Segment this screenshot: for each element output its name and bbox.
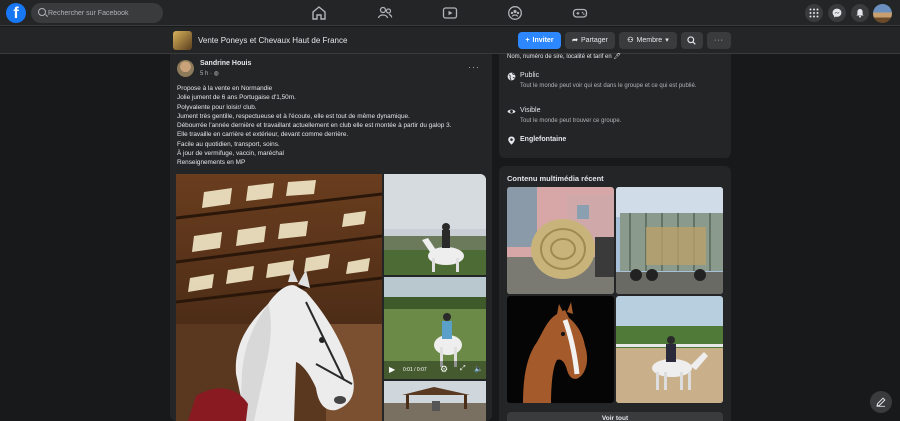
- post-text: Propose à la vente en Normandie Jolie ju…: [177, 84, 489, 168]
- invite-button[interactable]: + Inviter: [518, 32, 561, 49]
- post-author[interactable]: Sandrine Houis: [200, 60, 251, 67]
- groups-icon[interactable]: [507, 5, 523, 21]
- media-thumb-riding-arena[interactable]: [616, 296, 723, 403]
- gaming-icon[interactable]: [572, 5, 588, 21]
- settings-gear-icon[interactable]: ⚙: [440, 364, 448, 375]
- visibility-row: Visible Tout le monde peut trouver ce gr…: [507, 107, 725, 129]
- author-avatar[interactable]: [177, 60, 194, 77]
- eye-icon: [507, 109, 516, 114]
- notifications-bell-icon[interactable]: [851, 4, 869, 22]
- post-time-text: 5 h ·: [200, 71, 214, 77]
- about-top-text: Nom, numéro de sire, localité et tarif e…: [507, 54, 621, 60]
- video-time: 0:01 / 0:07: [403, 367, 427, 373]
- post-video[interactable]: ▶ 0:01 / 0:07 ⚙ ⤢ 🔈: [384, 277, 486, 379]
- media-thumb-chestnut-horse[interactable]: [507, 296, 614, 403]
- post-photo-main[interactable]: [176, 174, 382, 421]
- member-label: Membre: [636, 37, 663, 44]
- member-button[interactable]: ⚇ Membre ▾: [619, 32, 677, 49]
- location-row: Englefontaine: [507, 136, 725, 148]
- post-line: Propose à la vente en Normandie: [177, 85, 273, 92]
- share-arrow-icon: ➦: [572, 37, 578, 44]
- post-timestamp[interactable]: 5 h · ◍: [200, 70, 219, 77]
- post-more-options-icon[interactable]: ···: [468, 62, 480, 72]
- search-icon: [38, 8, 46, 16]
- visible-description: Tout le monde peut trouver ce groupe.: [520, 118, 622, 124]
- public-title: Public: [520, 72, 540, 79]
- home-icon[interactable]: [311, 5, 327, 21]
- post-line: Jolie jument de 6 ans Portugaise d'1,50m…: [177, 94, 296, 102]
- invite-label: Inviter: [532, 37, 554, 44]
- post-line: Facile au quotidien, transport, soins.: [177, 140, 280, 148]
- more-dots-icon: ···: [714, 37, 724, 44]
- recent-media-title: Contenu multimédia récent: [507, 174, 604, 183]
- group-about-card: Nom, numéro de sire, localité et tarif e…: [499, 54, 731, 158]
- new-message-button[interactable]: [870, 391, 892, 413]
- members-icon: ⚇: [627, 37, 634, 44]
- search-input[interactable]: [48, 6, 158, 20]
- post-photo-side-1[interactable]: [384, 174, 486, 275]
- post-line: À jour de vermifuge, vaccin, maréchal: [177, 150, 284, 158]
- play-icon[interactable]: ▶: [389, 365, 395, 374]
- caret-down-icon: ▾: [665, 37, 669, 44]
- media-thumb-truck[interactable]: [616, 187, 723, 294]
- privacy-public-row: Public Tout le monde peut voir qui est d…: [507, 72, 725, 102]
- fullscreen-icon[interactable]: ⤢: [460, 365, 466, 373]
- messenger-icon[interactable]: [828, 4, 846, 22]
- see-all-button[interactable]: Voir tout: [507, 412, 723, 421]
- globe-icon: [507, 72, 516, 81]
- visible-title: Visible: [520, 107, 541, 114]
- media-thumb-hay-bale[interactable]: [507, 187, 614, 294]
- menu-grid-icon[interactable]: [805, 4, 823, 22]
- about-top-line: Nom, numéro de sire, localité et tarif e…: [507, 53, 725, 60]
- post-line: Polyvalente pour loisir/ club.: [177, 103, 257, 111]
- location-pin-icon: [508, 136, 515, 145]
- group-name[interactable]: Vente Poneys et Chevaux Haut de France: [198, 36, 347, 45]
- plus-icon: +: [525, 37, 530, 44]
- location-name: Englefontaine: [520, 136, 567, 143]
- friends-icon[interactable]: [377, 5, 393, 21]
- group-header-bar: Vente Poneys et Chevaux Haut de France +…: [0, 27, 900, 54]
- post-line: Débourrée l'année dernière et travaillan…: [177, 122, 452, 130]
- compose-pencil-icon: [876, 397, 886, 407]
- post-line: Elle travaille en carrière et extérieur,…: [177, 131, 349, 139]
- post-line: Renseignements en MP: [177, 159, 246, 167]
- group-search-button[interactable]: [681, 32, 703, 49]
- group-thumbnail[interactable]: [173, 31, 192, 50]
- top-navigation-bar: f: [0, 0, 900, 26]
- post-card: Sandrine Houis 5 h · ◍ ··· Propose à la …: [170, 54, 492, 421]
- post-photo-side-3[interactable]: [384, 381, 486, 421]
- share-button[interactable]: ➦ Partager: [565, 32, 615, 49]
- facebook-logo[interactable]: f: [6, 3, 26, 23]
- audience-globe-icon: ◍: [213, 71, 219, 77]
- public-description: Tout le monde peut voir qui est dans le …: [520, 83, 697, 89]
- recent-media-card: Contenu multimédia récent Voir tout: [499, 166, 731, 421]
- watch-icon[interactable]: [442, 5, 458, 21]
- search-icon: [687, 36, 696, 45]
- search-box[interactable]: [31, 3, 163, 23]
- volume-icon[interactable]: 🔈: [474, 365, 483, 373]
- post-line: Jument très gentille, respectueuse et à …: [177, 112, 410, 120]
- profile-avatar[interactable]: [873, 4, 892, 23]
- more-options-button[interactable]: ···: [707, 32, 731, 49]
- share-label: Partager: [581, 37, 608, 44]
